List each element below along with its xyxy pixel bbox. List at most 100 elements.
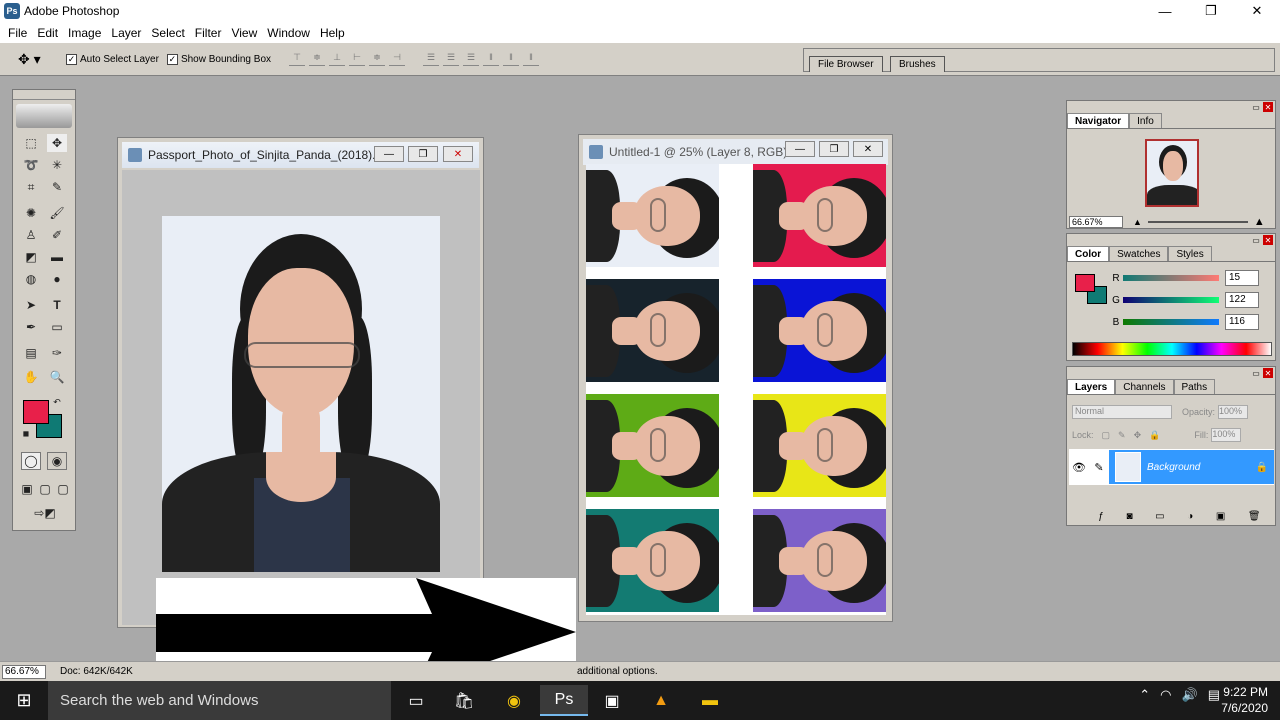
shape-tool-icon[interactable]: ▭ [47,318,67,336]
blur-tool-icon[interactable]: ◍ [21,270,41,288]
doc-maximize-button[interactable]: ❐ [408,146,438,162]
panel-close-icon[interactable]: ✕ [1263,368,1273,378]
menu-image[interactable]: Image [63,26,106,40]
distribute-bottom-icon[interactable]: ☰ [463,52,480,66]
store-icon[interactable]: 🛍 [440,685,488,716]
tab-swatches[interactable]: Swatches [1109,246,1169,261]
default-colors-icon[interactable]: ◼ [21,428,31,438]
menu-file[interactable]: File [3,26,32,40]
menu-layer[interactable]: Layer [106,26,146,40]
doc-close-button[interactable]: ✕ [443,146,473,162]
visibility-eye-icon[interactable]: 👁 [1069,461,1089,474]
document-canvas[interactable] [122,170,480,625]
align-top-icon[interactable]: ⊤ [289,52,306,66]
clone-stamp-tool-icon[interactable]: ♙ [21,226,41,244]
align-left-icon[interactable]: ⊢ [349,52,366,66]
new-set-icon[interactable]: ▭ [1155,511,1164,525]
blue-slider[interactable] [1123,319,1219,325]
lasso-tool-icon[interactable]: ➰ [21,156,41,174]
lock-all-icon[interactable]: 🔒 [1149,430,1160,441]
eyedropper-tool-icon[interactable]: ✑ [47,344,67,362]
color-panel-foreground-swatch[interactable] [1075,274,1095,292]
healing-brush-tool-icon[interactable]: ✺ [21,204,41,222]
panel-close-icon[interactable]: ✕ [1263,102,1273,112]
close-button[interactable]: ✕ [1234,0,1280,22]
tab-color[interactable]: Color [1067,246,1110,261]
menu-view[interactable]: View [226,26,262,40]
dodge-tool-icon[interactable]: ● [47,270,67,288]
layer-style-icon[interactable]: ƒ [1098,511,1104,525]
distribute-left-icon[interactable]: ‖ [483,52,500,66]
swap-colors-icon[interactable]: ↶ [51,396,63,408]
foreground-color-swatch[interactable] [23,400,49,424]
layer-mask-icon[interactable]: ◙ [1126,511,1132,525]
panel-close-icon[interactable]: ✕ [1263,235,1273,245]
color-spectrum-ramp[interactable] [1072,342,1272,356]
adjustment-layer-icon[interactable]: ◑ [1187,511,1193,525]
marquee-tool-icon[interactable]: ⬚ [21,134,41,152]
distribute-right-icon[interactable]: ‖ [523,52,540,66]
taskbar-search-input[interactable]: Search the web and Windows [48,681,391,720]
green-value[interactable]: 122 [1225,292,1259,308]
tool-preset-picker[interactable]: ✥ ▾ [18,51,58,68]
opacity-field[interactable]: 100% [1218,405,1249,419]
red-slider[interactable] [1123,275,1219,281]
slice-tool-icon[interactable]: ✎ [47,178,67,196]
menu-window[interactable]: Window [262,26,315,40]
taskbar-clock[interactable]: 9:22 PM 7/6/2020 [1221,684,1268,716]
layer-row-background[interactable]: 👁 ✎ Background 🔒 [1069,449,1274,485]
brush-tool-icon[interactable]: 🖌 [47,204,67,222]
standard-screen-mode-icon[interactable]: ▣ [19,480,35,498]
new-layer-icon[interactable]: ▣ [1216,511,1225,525]
jump-to-imageready-icon[interactable]: ⇨◩ [23,504,67,522]
lock-paint-icon[interactable]: ✎ [1118,430,1126,441]
align-bottom-icon[interactable]: ⊥ [329,52,346,66]
doc-minimize-button[interactable]: — [785,141,815,157]
menu-edit[interactable]: Edit [32,26,63,40]
zoom-slider[interactable] [1147,220,1248,223]
blue-value[interactable]: 116 [1225,314,1259,330]
align-hcenter-icon[interactable]: ≑ [369,52,386,66]
auto-select-layer-checkbox[interactable]: ✓ Auto Select Layer [66,53,159,65]
navigator-thumbnail[interactable] [1145,139,1199,207]
lock-move-icon[interactable]: ✥ [1134,430,1142,441]
toolbox-header[interactable] [13,90,75,100]
show-bounding-box-checkbox[interactable]: ✓ Show Bounding Box [166,53,271,65]
menu-help[interactable]: Help [315,26,350,40]
align-right-icon[interactable]: ⊣ [389,52,406,66]
network-icon[interactable]: ◠ [1160,687,1171,703]
doc-close-button[interactable]: ✕ [853,141,883,157]
zoom-in-icon[interactable]: ▲ [1254,216,1265,228]
full-screen-mode-icon[interactable]: ▢ [55,480,71,498]
blend-mode-select[interactable]: Normal [1072,405,1172,419]
panel-minimize-icon[interactable]: ▭ [1251,235,1261,245]
folder-icon[interactable]: ▬ [686,685,734,716]
tray-expand-icon[interactable]: ⌃ [1139,687,1150,703]
magic-wand-tool-icon[interactable]: ✳ [47,156,67,174]
tab-brushes[interactable]: Brushes [890,56,945,72]
full-screen-menu-mode-icon[interactable]: ▢ [37,480,53,498]
zoom-tool-icon[interactable]: 🔍 [47,368,67,386]
panel-minimize-icon[interactable]: ▭ [1251,368,1261,378]
chrome-icon[interactable]: ◉ [490,685,538,716]
zoom-out-icon[interactable]: ▲ [1133,217,1142,227]
brush-link-icon[interactable]: ✎ [1089,461,1109,474]
tab-channels[interactable]: Channels [1115,379,1174,394]
doc-minimize-button[interactable]: — [374,146,404,162]
volume-icon[interactable]: 🔊 [1182,687,1198,703]
lock-transparency-icon[interactable]: ▢ [1102,430,1111,441]
task-view-icon[interactable]: ▭ [392,685,440,716]
tab-file-browser[interactable]: File Browser [809,56,883,72]
windows-start-icon[interactable]: ⊞ [0,681,48,720]
menu-filter[interactable]: Filter [190,26,227,40]
doc-maximize-button[interactable]: ❐ [819,141,849,157]
delete-layer-icon[interactable]: 🗑 [1248,511,1261,525]
hand-tool-icon[interactable]: ✋ [21,368,41,386]
distribute-hcenter-icon[interactable]: ‖ [503,52,520,66]
tab-info[interactable]: Info [1129,113,1162,128]
notes-tool-icon[interactable]: ▤ [21,344,41,362]
gradient-tool-icon[interactable]: ▬ [47,248,67,266]
align-vcenter-icon[interactable]: ≑ [309,52,326,66]
tab-navigator[interactable]: Navigator [1067,113,1130,128]
photoshop-taskbar-icon[interactable]: Ps [540,685,588,716]
